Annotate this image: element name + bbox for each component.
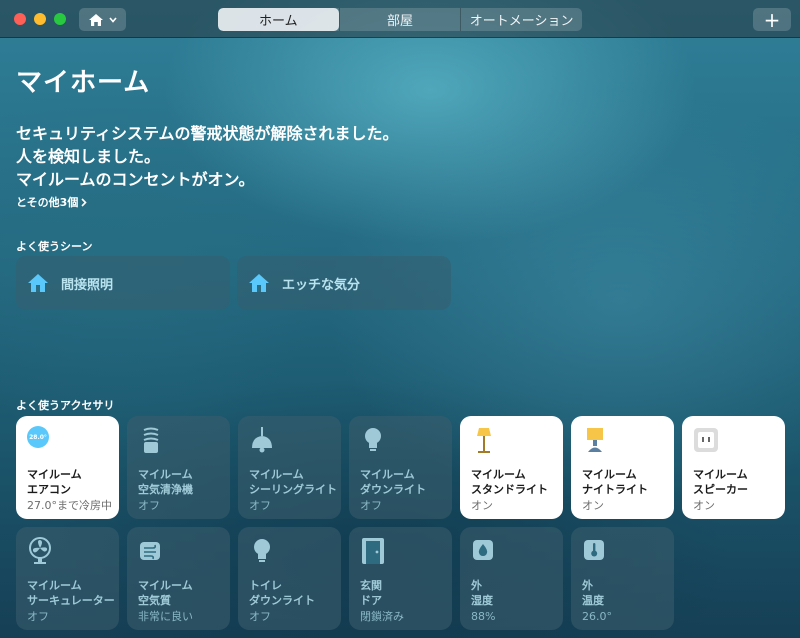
accessory-tile-downlight[interactable]: マイルーム ダウンライト オフ: [349, 416, 452, 519]
chevron-right-icon: [81, 197, 87, 207]
accessory-status: オフ: [138, 499, 160, 512]
scenes-section-title: よく使うシーン: [16, 240, 93, 253]
accessory-status: 27.0°まで冷房中: [27, 499, 112, 512]
table-lamp-icon: [587, 428, 603, 452]
accessory-name: ダウンライト: [360, 483, 426, 496]
close-window-button[interactable]: [14, 13, 26, 25]
scene-label: エッチな気分: [282, 277, 361, 293]
status-line: セキュリティシステムの警戒状態が解除されました。: [16, 124, 399, 143]
house-icon: [28, 274, 48, 292]
accessory-room: マイルーム: [582, 468, 637, 481]
status-line: 人を検知しました。: [16, 147, 161, 166]
thermostat-icon: 28.0°: [27, 426, 53, 454]
more-status-link[interactable]: とその他3個: [16, 194, 87, 210]
accessory-room: 外: [582, 579, 593, 592]
view-tab-bar: ホーム 部屋 オートメーション: [218, 8, 582, 31]
accessory-tile-outside-humidity[interactable]: 外 湿度 88%: [460, 527, 563, 630]
tab-rooms[interactable]: 部屋: [338, 8, 461, 31]
door-icon: [362, 538, 384, 564]
accessory-status: 88%: [471, 610, 496, 623]
outlet-icon: [694, 428, 718, 452]
accessories-section-title: よく使うアクセサリ: [16, 399, 115, 412]
accessory-name: サーキュレーター: [27, 594, 115, 607]
accessory-status: 閉鎖済み: [360, 610, 404, 623]
accessory-name: ナイトライト: [582, 483, 648, 496]
accessory-status: オン: [471, 499, 493, 512]
temperature-badge: 28.0°: [27, 426, 49, 448]
accessory-name: 空気清浄機: [138, 483, 193, 496]
accessory-tile-aircon[interactable]: 28.0° マイルーム エアコン 27.0°まで冷房中: [16, 416, 119, 519]
house-icon: [89, 13, 103, 26]
accessory-tile-front-door[interactable]: 玄関 ドア 閉鎖済み: [349, 527, 452, 630]
scene-label: 間接照明: [61, 277, 114, 293]
accessory-name: 空気質: [138, 594, 171, 607]
chevron-down-icon: [109, 16, 117, 23]
titlebar: ホーム 部屋 オートメーション +: [0, 0, 800, 38]
accessory-room: マイルーム: [27, 579, 82, 592]
accessory-tile-night-light[interactable]: マイルーム ナイトライト オン: [571, 416, 674, 519]
lightbulb-icon: [365, 428, 381, 451]
accessory-name: ダウンライト: [249, 594, 315, 607]
accessory-status: オフ: [249, 499, 271, 512]
accessory-room: マイルーム: [471, 468, 526, 481]
floor-lamp-icon: [477, 428, 491, 453]
accessory-status: オン: [693, 499, 715, 512]
more-status-label: とその他3個: [16, 196, 79, 209]
tab-automation[interactable]: オートメーション: [460, 8, 582, 31]
lightbulb-icon: [254, 539, 270, 562]
accessory-name: シーリングライト: [249, 483, 337, 496]
accessory-tile-floor-lamp[interactable]: マイルーム スタンドライト オン: [460, 416, 563, 519]
status-line: マイルームのコンセントがオン。: [16, 170, 255, 189]
accessory-name: 湿度: [471, 594, 493, 607]
accessory-tile-speaker-outlet[interactable]: マイルーム スピーカー オン: [682, 416, 785, 519]
tab-home[interactable]: ホーム: [218, 8, 339, 31]
accessory-name: ドア: [360, 594, 382, 607]
accessory-room: マイルーム: [27, 468, 82, 481]
fan-icon: [29, 537, 51, 564]
accessory-name: スピーカー: [693, 483, 748, 496]
accessory-room: マイルーム: [138, 468, 193, 481]
accessory-tile-air-quality[interactable]: マイルーム 空気質 非常に良い: [127, 527, 230, 630]
temperature-icon: [584, 540, 604, 560]
accessory-tile-toilet-downlight[interactable]: トイレ ダウンライト オフ: [238, 527, 341, 630]
accessory-tile-ceiling-light[interactable]: マイルーム シーリングライト オフ: [238, 416, 341, 519]
accessory-status: オン: [582, 499, 604, 512]
status-summary: セキュリティシステムの警戒状態が解除されました。 人を検知しました。 マイルーム…: [16, 122, 399, 191]
scene-mood[interactable]: エッチな気分: [237, 256, 451, 310]
accessory-tile-circulator[interactable]: マイルーム サーキュレーター オフ: [16, 527, 119, 630]
ceiling-light-icon: [252, 427, 272, 453]
accessory-room: マイルーム: [360, 468, 415, 481]
accessory-status: オフ: [249, 610, 271, 623]
air-quality-icon: [140, 542, 160, 560]
accessory-tile-outside-temperature[interactable]: 外 温度 26.0°: [571, 527, 674, 630]
accessory-status: 非常に良い: [138, 610, 193, 623]
accessory-room: マイルーム: [693, 468, 748, 481]
house-icon: [249, 274, 269, 292]
minimize-window-button[interactable]: [34, 13, 46, 25]
scene-indirect-lighting[interactable]: 間接照明: [16, 256, 230, 310]
accessory-name: スタンドライト: [471, 483, 548, 496]
accessory-room: マイルーム: [249, 468, 304, 481]
add-button[interactable]: +: [753, 8, 791, 31]
accessory-tile-air-purifier[interactable]: マイルーム 空気清浄機 オフ: [127, 416, 230, 519]
accessory-room: トイレ: [249, 579, 282, 592]
air-purifier-icon: [143, 427, 159, 453]
accessory-name: エアコン: [27, 483, 71, 496]
humidity-icon: [473, 540, 493, 560]
home-app-window: ホーム 部屋 オートメーション + マイホーム セキュリティシステムの警戒状態が…: [0, 0, 800, 638]
zoom-window-button[interactable]: [54, 13, 66, 25]
accessory-status: オフ: [360, 499, 382, 512]
accessory-name: 温度: [582, 594, 604, 607]
accessory-room: 玄関: [360, 579, 382, 592]
home-menu-button[interactable]: [79, 8, 126, 31]
accessory-room: マイルーム: [138, 579, 193, 592]
accessory-status: オフ: [27, 610, 49, 623]
page-title: マイホーム: [16, 68, 151, 98]
accessory-status: 26.0°: [582, 610, 612, 623]
accessory-room: 外: [471, 579, 482, 592]
